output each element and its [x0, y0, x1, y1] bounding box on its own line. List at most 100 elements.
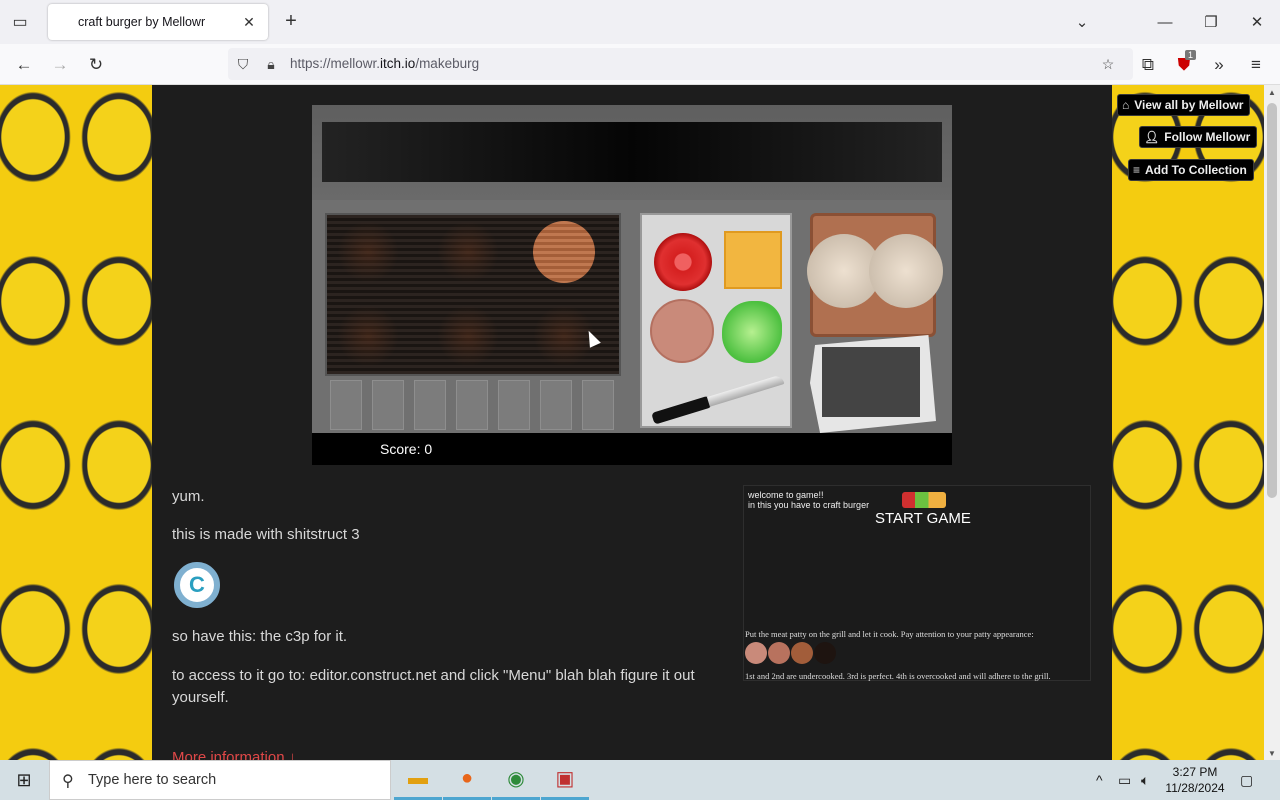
add-collection-label: Add To Collection — [1145, 163, 1247, 177]
cheese-ingredient[interactable] — [724, 231, 782, 289]
globe-app-icon[interactable]: ◉ — [492, 760, 540, 800]
knife-tool[interactable] — [651, 373, 785, 425]
extensions-icon[interactable]: ⧉ — [1135, 52, 1161, 78]
add-to-collection-button[interactable]: ≡ Add To Collection — [1128, 159, 1254, 181]
network-icon[interactable]: ▭ — [1118, 772, 1131, 789]
game-screenshot[interactable]: welcome to game!! in this you have to cr… — [743, 485, 1091, 681]
screenshot-food-icon — [902, 492, 946, 508]
grill-spot — [337, 221, 399, 283]
background-pattern-right — [1112, 85, 1264, 760]
tab-active[interactable]: craft burger by Mellowr ✕ — [48, 4, 268, 40]
new-tab-button[interactable]: + — [280, 10, 302, 32]
url-host: itch.io — [380, 56, 416, 71]
serving-tray — [822, 347, 920, 417]
navigation-bar: ← → ↻ ⛉ 🔒︎ https://mellowr.itch.io/makeb… — [0, 44, 1280, 85]
close-window-icon[interactable]: ✕ — [1245, 10, 1269, 34]
range-hood — [322, 122, 942, 182]
cooking-patty[interactable] — [533, 221, 595, 283]
scroll-down-icon[interactable]: ▼ — [1264, 746, 1280, 760]
pinned-app-icon[interactable]: ▣ — [541, 760, 589, 800]
firefox-icon[interactable]: ● — [443, 760, 491, 800]
lock-icon[interactable]: 🔒︎ — [262, 55, 280, 73]
patty-swatch-4 — [814, 642, 836, 664]
description-line: yum. — [172, 488, 205, 505]
grill-spot — [437, 305, 499, 367]
grill-knob[interactable] — [498, 380, 530, 430]
construct-logo: C — [174, 562, 220, 608]
tomato-ingredient[interactable] — [654, 233, 712, 291]
cutting-board — [807, 213, 943, 337]
minimize-icon[interactable]: — — [1153, 10, 1177, 34]
page-scrollbar[interactable]: ▲ ▼ — [1264, 85, 1280, 760]
shield-icon[interactable]: ⛉ — [234, 55, 252, 73]
taskbar-search[interactable]: ⚲ Type here to search — [49, 760, 391, 800]
forward-icon[interactable]: → — [47, 52, 73, 78]
grill-knob[interactable] — [540, 380, 572, 430]
url-text[interactable]: https://mellowr.itch.io/makeburg — [290, 56, 479, 71]
knife-handle — [651, 395, 713, 425]
wrapping-paper[interactable] — [810, 335, 936, 433]
url-bar[interactable]: ⛉ 🔒︎ https://mellowr.itch.io/makeburg ☆ — [228, 48, 1133, 80]
extension-badge: 1 — [1185, 50, 1197, 60]
more-information-link[interactable]: More information ↓ — [172, 749, 296, 760]
grill-knob[interactable] — [414, 380, 446, 430]
url-path: /makeburg — [415, 56, 480, 71]
file-explorer-icon[interactable]: ▬ — [394, 760, 442, 800]
game-hood-area — [312, 105, 952, 200]
restore-icon[interactable]: ❐ — [1199, 10, 1223, 34]
lettuce-ingredient[interactable] — [722, 301, 782, 363]
raw-patty-ingredient[interactable] — [650, 299, 714, 363]
background-pattern-left — [0, 85, 152, 760]
screenshot-caption: 1st and 2nd are undercooked. 3rd is perf… — [745, 671, 1051, 681]
grill-knob[interactable] — [582, 380, 614, 430]
reload-icon[interactable]: ↻ — [83, 52, 109, 78]
overflow-menu-icon[interactable]: » — [1206, 52, 1232, 78]
patty-swatch-3 — [791, 642, 813, 664]
tab-title: craft burger by Mellowr — [78, 15, 206, 29]
taskbar-clock[interactable]: 3:27 PM 11/28/2024 — [1160, 764, 1230, 796]
ublock-icon[interactable]: ⛊ 1 — [1171, 50, 1197, 78]
add-list-icon: ≡ — [1133, 163, 1141, 177]
screenshot-start-game: START GAME — [875, 510, 971, 527]
description-line: this is made with shitstruct 3 — [172, 526, 360, 543]
grill-spot — [437, 221, 499, 283]
grill-knob[interactable] — [372, 380, 404, 430]
score-text: Score: 0 — [380, 441, 433, 457]
follow-button[interactable]: 👤︎ Follow Mellowr — [1139, 126, 1258, 148]
grill[interactable] — [325, 213, 621, 376]
grill-spot — [337, 305, 399, 367]
patty-swatch-1 — [745, 642, 767, 664]
view-all-button[interactable]: ⌂ View all by Mellowr — [1117, 94, 1251, 116]
notifications-icon[interactable]: ▢ — [1240, 772, 1253, 789]
screenshot-welcome: welcome to game!! — [748, 490, 824, 500]
construct-logo-text: C — [189, 572, 205, 597]
tray-overflow-icon[interactable]: ^ — [1096, 772, 1103, 788]
scrollbar-thumb[interactable] — [1267, 103, 1277, 498]
screenshot-subtitle: in this you have to craft burger — [748, 500, 870, 510]
scroll-up-icon[interactable]: ▲ — [1264, 85, 1280, 99]
view-all-label: View all by Mellowr — [1134, 98, 1244, 112]
ingredient-counter — [640, 213, 792, 428]
hamburger-menu-icon[interactable]: ≡ — [1243, 52, 1269, 78]
volume-muted-icon[interactable]: 🔈︎ — [1141, 772, 1149, 789]
bookmark-star-icon[interactable]: ☆ — [1099, 55, 1117, 73]
tab-dropdown-icon[interactable]: ⌄ — [1070, 10, 1094, 34]
tab-list-icon[interactable]: ▭ — [8, 10, 32, 34]
windows-taskbar: ⊞ ⚲ Type here to search ▬ ● ◉ ▣ ^ ▭ 🔈︎ 3… — [0, 760, 1280, 800]
back-icon[interactable]: ← — [11, 52, 37, 78]
store-icon: ⌂ — [1122, 98, 1130, 112]
clock-time: 3:27 PM — [1172, 765, 1218, 779]
grill-knob[interactable] — [330, 380, 362, 430]
knife-blade — [706, 374, 785, 407]
description-line: to access to it go to: editor.construct.… — [172, 667, 695, 706]
url-prefix: https://mellowr. — [290, 56, 381, 71]
game-canvas[interactable]: Score: 0 — [312, 105, 952, 465]
page-viewport: Score: 0 yum. this is made with shitstru… — [0, 85, 1264, 760]
follow-label: Follow Mellowr — [1164, 130, 1251, 144]
screenshot-caption: Put the meat patty on the grill and let … — [745, 629, 1034, 639]
windows-start-icon[interactable]: ⊞ — [0, 760, 48, 800]
grill-knob[interactable] — [456, 380, 488, 430]
tab-close-icon[interactable]: ✕ — [240, 13, 258, 31]
patty-swatch-2 — [768, 642, 790, 664]
bun-top[interactable] — [869, 234, 943, 308]
